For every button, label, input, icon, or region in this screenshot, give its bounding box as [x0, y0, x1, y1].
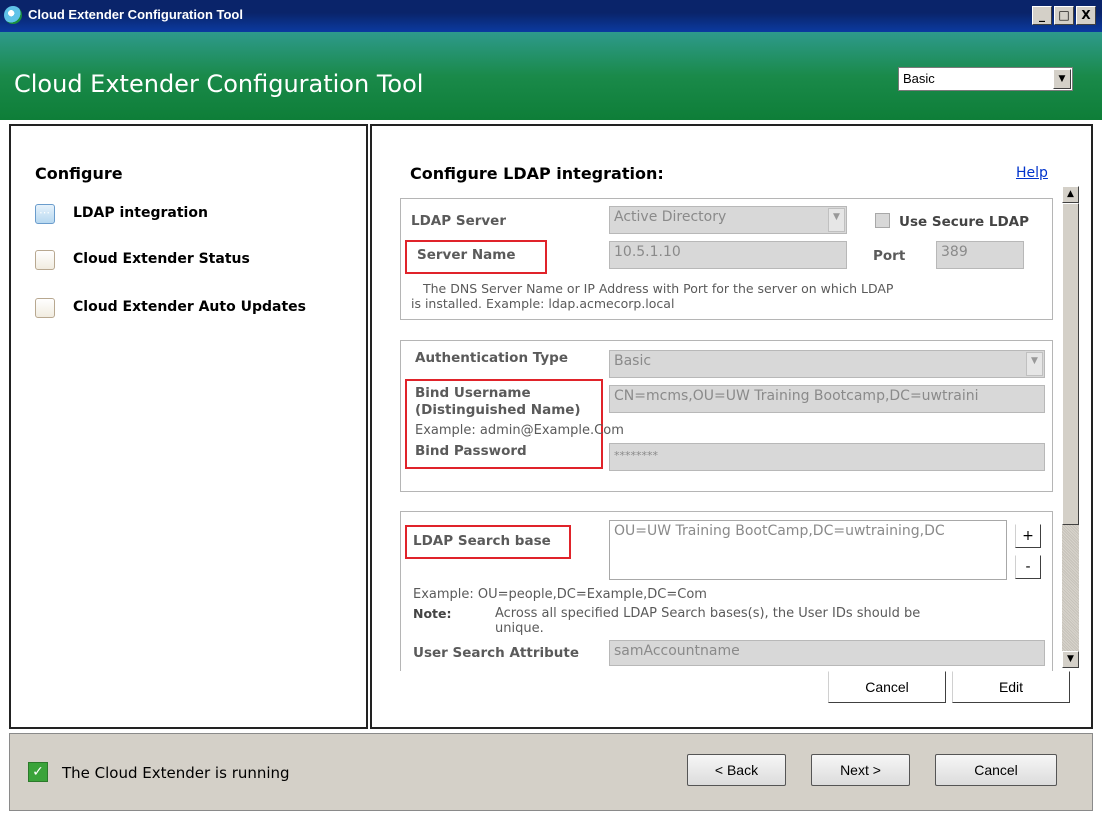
bind-username-sublabel: (Distinguished Name)	[415, 402, 581, 418]
server-name-input[interactable]: 10.5.1.10	[609, 241, 847, 269]
authentication-group: Authentication Type Basic ▼ Bind Usernam…	[400, 340, 1053, 492]
status-text: The Cloud Extender is running	[62, 764, 290, 782]
ldap-server-label: LDAP Server	[411, 213, 507, 229]
note-line2: unique.	[495, 621, 544, 636]
sidebar-title: Configure	[35, 164, 123, 183]
port-input[interactable]: 389	[936, 241, 1024, 269]
bind-password-label: Bind Password	[415, 443, 527, 459]
port-label: Port	[873, 248, 906, 264]
bind-username-example: Example: admin@Example.Com	[415, 423, 624, 438]
updates-page-icon	[35, 298, 55, 318]
vertical-scrollbar[interactable]: ▲ ▼	[1062, 186, 1079, 668]
note-line1: Across all specified LDAP Search bases(s…	[495, 606, 921, 621]
close-button[interactable]: X	[1076, 6, 1096, 25]
remove-search-base-button[interactable]: -	[1015, 555, 1041, 579]
chevron-down-icon[interactable]: ▼	[1053, 69, 1071, 89]
cancel-button[interactable]: Cancel	[828, 671, 946, 703]
page-title: Configure LDAP integration:	[410, 164, 664, 183]
server-name-label: Server Name	[417, 247, 516, 263]
auth-type-value: Basic	[614, 353, 652, 369]
minimize-button[interactable]: _	[1032, 6, 1052, 25]
back-button[interactable]: < Back	[687, 754, 786, 786]
secure-ldap-label: Use Secure LDAP	[899, 214, 1030, 230]
chevron-down-icon[interactable]: ▼	[828, 208, 845, 232]
ldap-status-icon	[35, 204, 55, 224]
ldap-server-select[interactable]: Active Directory ▼	[609, 206, 847, 234]
mode-select[interactable]: Basic ▼	[898, 67, 1073, 91]
scroll-thumb[interactable]	[1062, 203, 1079, 525]
auth-type-select[interactable]: Basic ▼	[609, 350, 1045, 378]
bind-password-input[interactable]: ********	[609, 443, 1045, 471]
window-title: Cloud Extender Configuration Tool	[28, 7, 243, 22]
add-search-base-button[interactable]: +	[1015, 524, 1041, 548]
search-base-example: Example: OU=people,DC=Example,DC=Com	[413, 587, 707, 602]
secure-ldap-checkbox[interactable]	[875, 213, 890, 228]
window-controls: _ □ X	[1032, 6, 1096, 25]
status-bar: ✓ The Cloud Extender is running < Back N…	[9, 733, 1093, 811]
sidebar-item-label: LDAP integration	[73, 205, 208, 221]
app-icon	[4, 6, 22, 24]
note-label: Note:	[413, 606, 452, 621]
status-page-icon	[35, 250, 55, 270]
scroll-down-icon[interactable]: ▼	[1062, 651, 1079, 668]
next-button[interactable]: Next >	[811, 754, 910, 786]
server-group: LDAP Server Active Directory ▼ Use Secur…	[400, 198, 1053, 320]
check-icon: ✓	[28, 762, 48, 782]
bind-username-input[interactable]: CN=mcms,OU=UW Training Bootcamp,DC=uwtra…	[609, 385, 1045, 413]
server-hint-line2: is installed. Example: ldap.acmecorp.loc…	[411, 296, 675, 311]
chevron-down-icon[interactable]: ▼	[1026, 352, 1043, 376]
user-search-attribute-input[interactable]: samAccountname	[609, 640, 1045, 666]
sidebar: Configure LDAP integration Cloud Extende…	[9, 124, 368, 729]
auth-type-label: Authentication Type	[415, 350, 568, 366]
scroll-up-icon[interactable]: ▲	[1062, 186, 1079, 203]
ldap-server-value: Active Directory	[614, 209, 727, 225]
main-panel: Configure LDAP integration: Help LDAP Se…	[370, 124, 1093, 729]
wizard-cancel-button[interactable]: Cancel	[935, 754, 1057, 786]
sidebar-item-label: Cloud Extender Status	[73, 251, 250, 267]
sidebar-item-label: Cloud Extender Auto Updates	[73, 299, 306, 315]
mode-select-value: Basic	[903, 71, 935, 86]
search-base-label: LDAP Search base	[413, 533, 551, 549]
header-title: Cloud Extender Configuration Tool	[14, 70, 424, 98]
bind-username-label: Bind Username	[415, 385, 531, 401]
user-search-attribute-label: User Search Attribute	[413, 645, 579, 661]
title-bar: Cloud Extender Configuration Tool _ □ X	[0, 0, 1102, 32]
edit-button[interactable]: Edit	[952, 671, 1070, 703]
server-hint-line1: The DNS Server Name or IP Address with P…	[423, 281, 894, 296]
help-link[interactable]: Help	[1016, 165, 1048, 181]
search-base-input[interactable]: OU=UW Training BootCamp,DC=uwtraining,DC	[609, 520, 1007, 580]
maximize-button[interactable]: □	[1054, 6, 1074, 25]
app-header: Cloud Extender Configuration Tool Basic …	[0, 32, 1102, 120]
search-group: LDAP Search base OU=UW Training BootCamp…	[400, 511, 1053, 671]
